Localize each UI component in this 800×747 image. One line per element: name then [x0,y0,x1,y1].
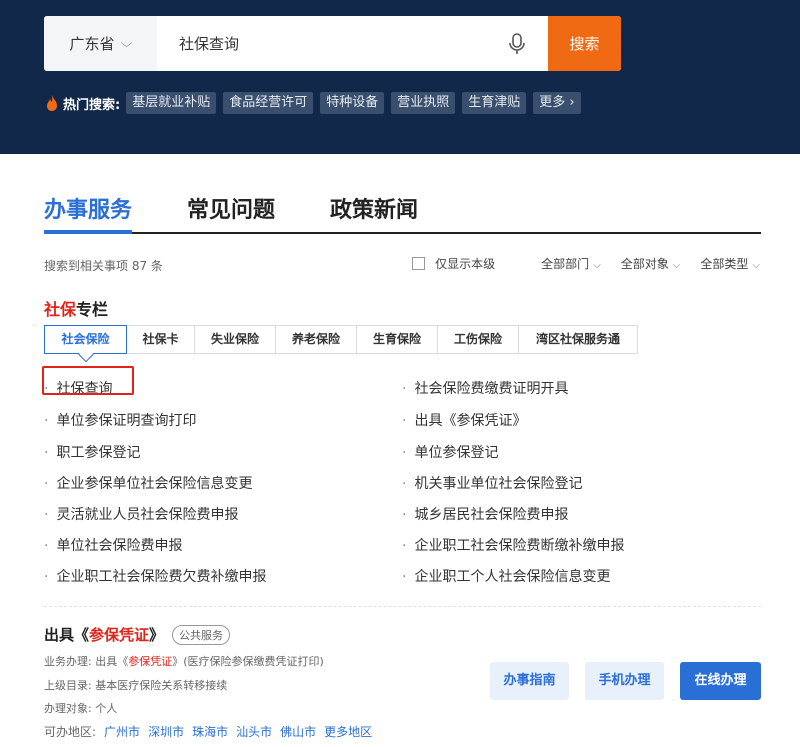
available-areas: 可办地区: 广州市 深圳市 珠海市 汕头市 佛山市 更多地区 [44,723,372,740]
subtab-bay-area[interactable]: 湾区社保服务通 [519,326,637,353]
tab-services[interactable]: 办事服务 [44,192,133,234]
service-link[interactable]: 社会保险费缴费证明开具 [402,378,568,398]
subtab-maternity[interactable]: 生育保险 [357,326,438,353]
area-link[interactable]: 深圳市 [148,723,184,740]
search-button[interactable]: 搜索 [548,16,621,71]
region-label: 广东省 [69,35,115,53]
hot-tag[interactable]: 基层就业补贴 [126,92,217,114]
guide-button[interactable]: 办事指南 [490,662,569,700]
service-link[interactable]: 企业职工个人社会保险信息变更 [402,566,610,586]
area-link[interactable]: 汕头市 [236,723,272,740]
area-link[interactable]: 佛山市 [280,723,316,740]
main-tabs: 办事服务 常见问题 政策新闻 [44,192,761,234]
subtab-work-injury[interactable]: 工伤保险 [438,326,519,353]
hot-tag[interactable]: 食品经营许可 [223,92,314,114]
subtabs: 社会保险 社保卡 失业保险 养老保险 生育保险 工伤保险 湾区社保服务通 [44,325,638,354]
service-link[interactable]: 机关事业单位社会保险登记 [402,473,582,493]
region-select[interactable]: 广东省 ⌵ [44,16,157,71]
target-dropdown[interactable]: 全部对象 ⌵ [621,255,681,272]
only-this-level-label: 仅显示本级 [435,257,496,271]
service-link[interactable]: 企业职工社会保险费断缴补缴申报 [402,535,624,555]
areas-label: 可办地区: [44,725,97,739]
subtab-pension[interactable]: 养老保险 [276,326,357,353]
service-link[interactable]: 单位社会保险费申报 [44,535,182,555]
microphone-icon[interactable] [506,32,528,56]
section-title: 社保专栏 [44,300,109,319]
service-detail-title[interactable]: 出具《 参保凭证》 公共服务 [44,624,231,645]
service-link[interactable]: 企业职工社会保险费欠费补缴申报 [44,566,266,586]
search-input[interactable] [157,16,517,71]
mobile-handle-button[interactable]: 手机办理 [585,662,664,700]
result-count: 搜索到相关事项 87 条 [44,259,163,273]
chevron-down-icon: ⌵ [593,260,601,271]
area-link[interactable]: 广州市 [104,723,140,740]
tab-faq[interactable]: 常见问题 [187,192,275,224]
divider [44,606,761,607]
hot-search-label: 热门搜索: [63,97,121,113]
subtab-unemployment[interactable]: 失业保险 [195,326,276,353]
search-bar: 广东省 ⌵ 搜索 [44,16,621,71]
chevron-down-icon: ⌵ [672,260,681,271]
service-link[interactable]: 出具《参保凭证》 [402,410,526,430]
more-hot-tags[interactable]: 更多 › [533,92,581,114]
subtab-social-insurance[interactable]: 社会保险 [44,325,127,354]
service-link[interactable]: 社保查询 [44,378,112,398]
subtab-social-card[interactable]: 社保卡 [127,326,195,353]
flame-icon [47,95,57,111]
handle-info: 业务办理: 出具《参保凭证》(医疗保险参保缴费凭证打印) [44,655,324,668]
service-link[interactable]: 职工参保登记 [44,442,140,462]
hot-search: 热门搜索: 基层就业补贴 食品经营许可 特种设备 营业执照 生育津贴 更多 › [45,91,588,115]
hot-tag[interactable]: 特种设备 [320,92,385,114]
header: 广东省 ⌵ 搜索 热门搜索: 基层就业补贴 食品经营许可 特种设备 营业执照 生… [0,0,800,154]
chevron-down-icon: ⌵ [752,260,760,271]
service-link[interactable]: 企业参保单位社会保险信息变更 [44,473,252,493]
online-handle-button[interactable]: 在线办理 [680,662,761,700]
service-link[interactable]: 城乡居民社会保险费申报 [402,504,568,524]
target-info: 办理对象: 个人 [44,702,118,715]
type-dropdown[interactable]: 全部类型 ⌵ [700,255,760,272]
service-link[interactable]: 灵活就业人员社会保险费申报 [44,504,238,524]
service-link[interactable]: 单位参保登记 [402,442,498,462]
hot-tag[interactable]: 营业执照 [391,92,456,114]
more-areas-link[interactable]: 更多地区 [324,723,372,740]
area-link[interactable]: 珠海市 [192,723,228,740]
hot-tag[interactable]: 生育津贴 [462,92,527,114]
filter-bar: 仅显示本级 全部部门 ⌵ 全部对象 ⌵ 全部类型 ⌵ [412,255,760,272]
only-this-level-checkbox[interactable] [412,257,426,270]
department-dropdown[interactable]: 全部部门 ⌵ [541,255,601,272]
tab-policy-news[interactable]: 政策新闻 [330,192,418,224]
service-type-badge: 公共服务 [172,624,231,645]
parent-directory: 上级目录: 基本医疗保险关系转移接续 [44,679,228,692]
service-link[interactable]: 单位参保证明查询打印 [44,410,196,430]
chevron-down-icon: ⌵ [121,36,133,50]
